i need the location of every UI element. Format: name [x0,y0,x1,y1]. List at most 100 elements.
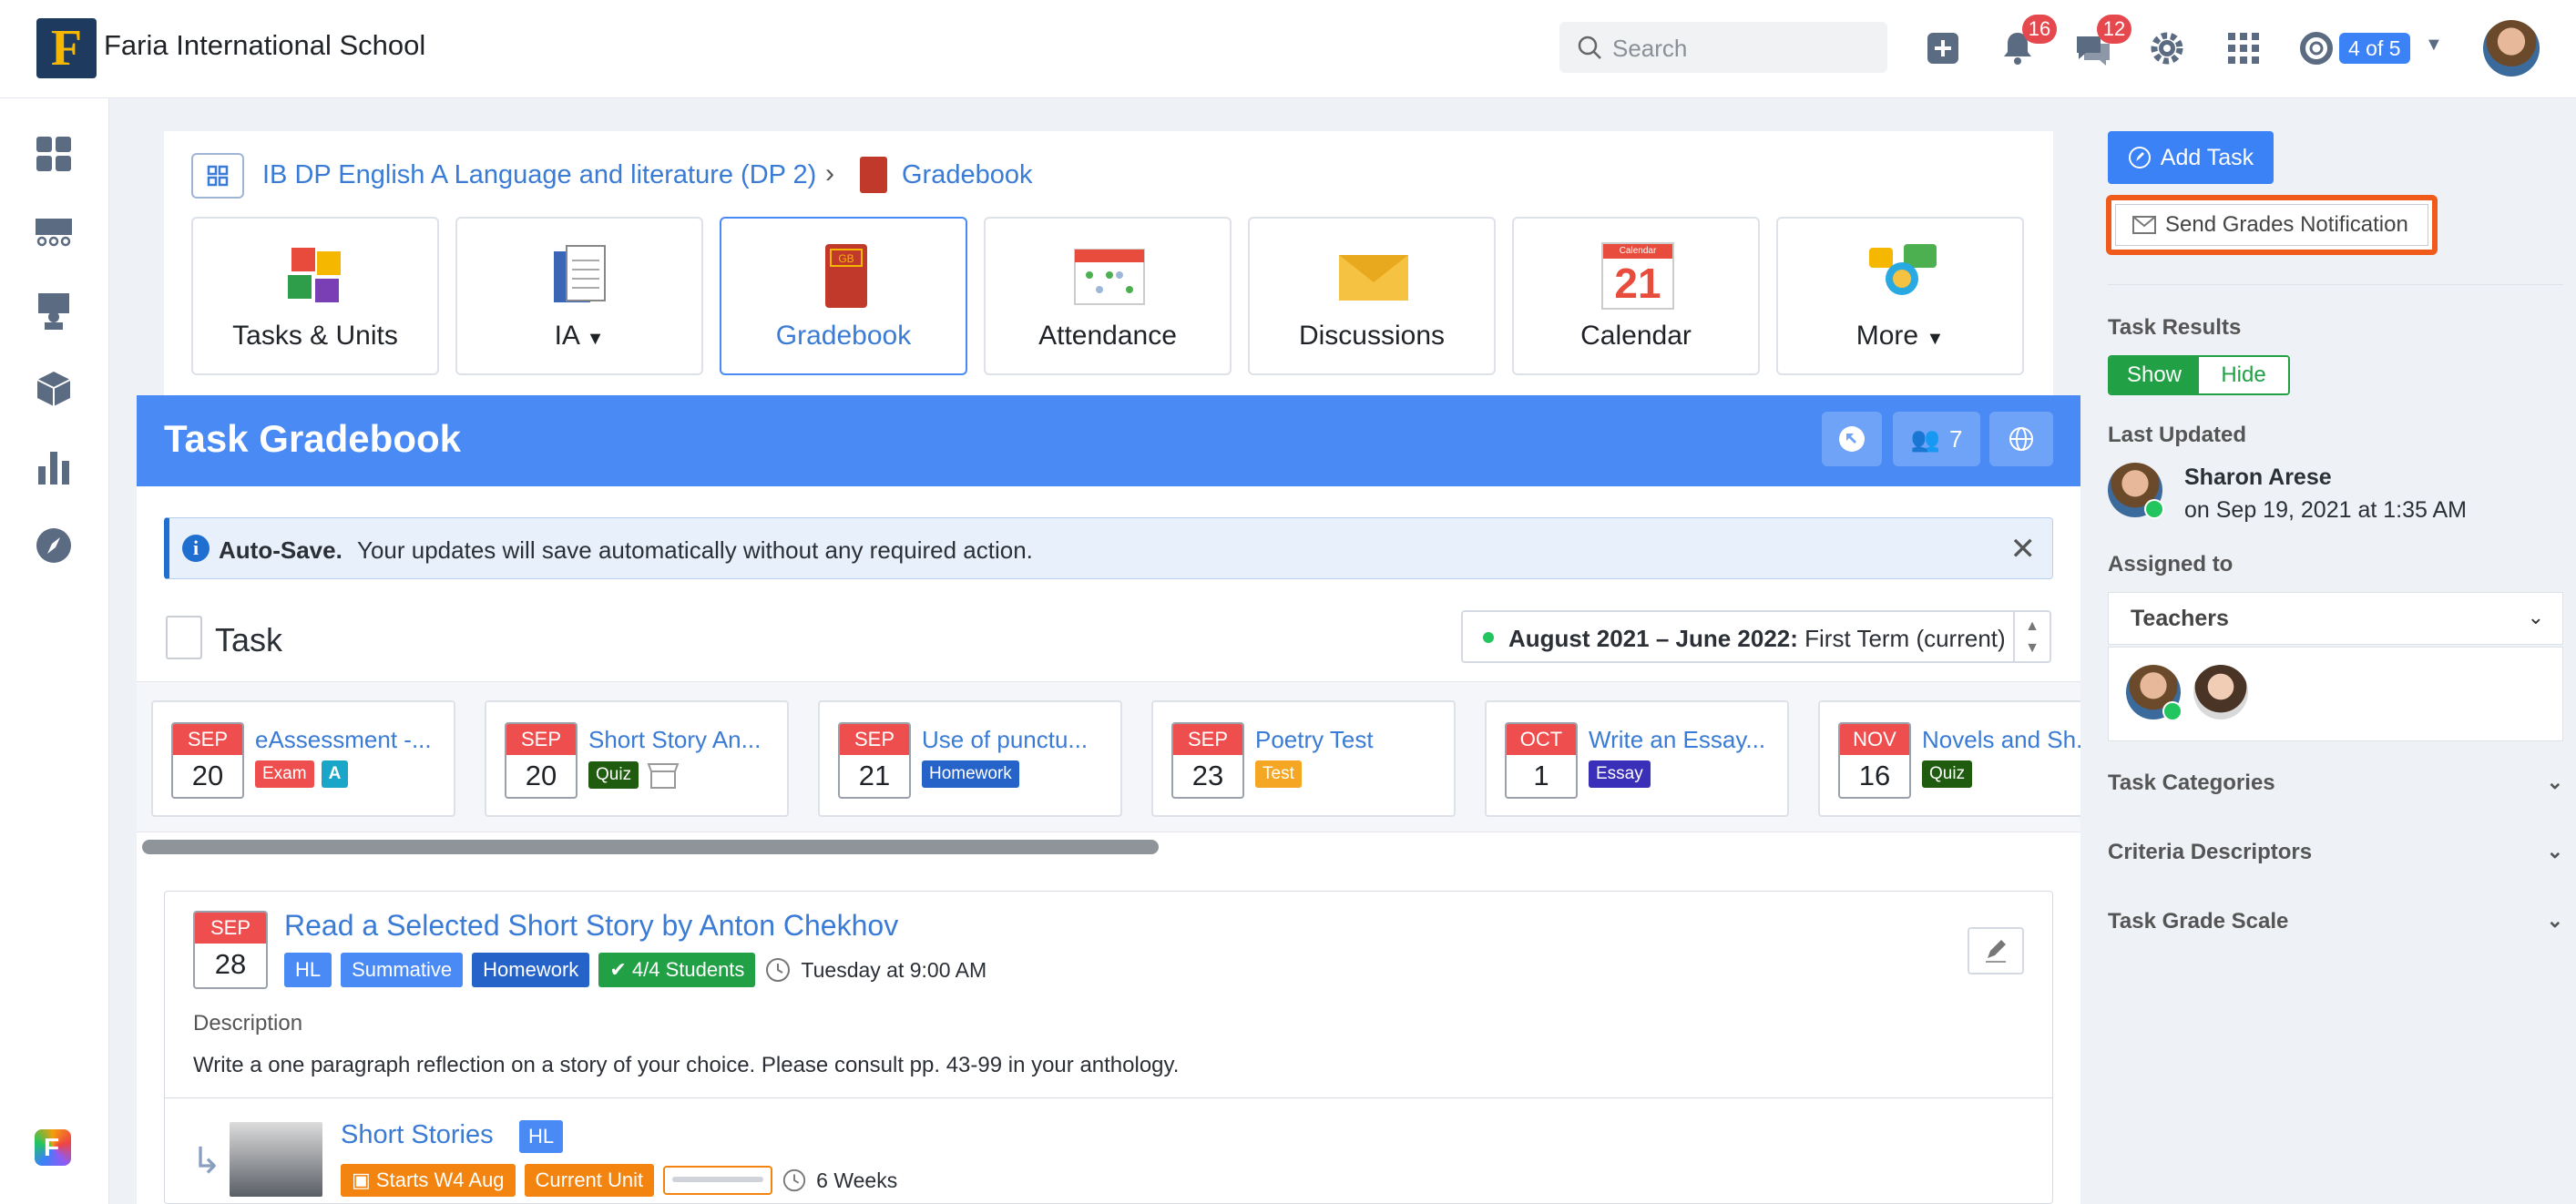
classes-icon[interactable] [33,211,75,253]
export-icon [1839,426,1865,452]
course-grid-button[interactable] [191,153,244,199]
tab-more[interactable]: More ▼ [1776,217,2024,375]
task-type-tag: Homework [922,760,1019,788]
chevron-down-icon: ⌄ [2527,606,2544,628]
hide-option[interactable]: Hide [2199,357,2288,393]
edit-circle-icon [2128,147,2151,168]
students-button[interactable]: 👥 7 [1893,412,1980,466]
add-task-button[interactable]: Add Task [2108,131,2274,184]
task-date: OCT 1 [1505,722,1578,799]
task-card[interactable]: SEP 21 Use of punctu... Homework [818,700,1122,817]
lightbulb-chat-icon [1869,244,1937,295]
tab-label: More [1855,321,1919,351]
edit-task-button[interactable] [1968,927,2024,974]
last-updated-label: Last Updated [2108,423,2247,447]
breadcrumb-course[interactable]: IB DP English A Language and literature … [262,160,816,190]
dashboard-icon[interactable] [33,133,75,175]
assessment-type-tag: Summative [341,953,464,987]
gear-icon[interactable] [2146,27,2188,69]
task-card[interactable]: NOV 16 Novels and Sh... Quiz [1818,700,2080,817]
unit-name[interactable]: Short Stories [341,1120,494,1150]
task-name[interactable]: Poetry Test [1255,726,1374,754]
send-grades-notification-button[interactable]: Send Grades Notification [2106,195,2438,255]
tab-label: IA [554,321,579,351]
avatar[interactable] [2126,665,2182,721]
teachers-dropdown[interactable]: Teachers ⌄ [2108,592,2563,645]
tab-discussions[interactable]: Discussions [1248,217,1496,375]
notifications-button[interactable]: 16 [1997,15,2057,69]
task-name[interactable]: Novels and Sh... [1922,726,2080,754]
user-avatar[interactable] [2483,20,2540,77]
task-section-title: Task [215,621,283,658]
task-results-toggle[interactable]: Show Hide [2108,355,2290,395]
messages-button[interactable]: 12 [2071,15,2131,69]
teacher-icon[interactable] [33,290,75,332]
lifebuoy-icon[interactable] [2295,27,2337,69]
horizontal-scrollbar[interactable] [142,840,1159,854]
school-name[interactable]: Faria International School [104,29,425,62]
task-name[interactable]: Use of punctu... [922,726,1088,754]
gradebook-book-icon [860,157,887,193]
task-card[interactable]: SEP 20 eAssessment -... Exam A [151,700,455,817]
updated-by-name: Sharon Arese [2184,464,2332,490]
task-categories-accordion[interactable]: Task Categories ⌄ [2108,770,2563,796]
tab-calendar[interactable]: Calendar 21 Calendar [1512,217,1760,375]
term-select[interactable]: August 2021 – June 2022: First Term (cur… [1461,610,2051,663]
envelope-icon [1339,255,1408,301]
autosave-title: Auto-Save. [219,536,342,564]
tab-tasks-units[interactable]: Tasks & Units [191,217,439,375]
user-switch-caret-icon[interactable]: ▼ [2425,35,2443,56]
apps-grid-icon[interactable] [2223,27,2264,69]
tab-attendance[interactable]: Attendance [984,217,1232,375]
autosave-alert: i Auto-Save. Your updates will save auto… [164,517,2053,579]
detail-title[interactable]: Read a Selected Short Story by Anton Che… [284,909,898,943]
unit-level-tag: HL [519,1120,564,1153]
detail-tags: HL Summative Homework ✔ 4/4 Students Tue… [284,953,986,987]
task-name[interactable]: Short Story An... [588,726,761,754]
calendar-small-icon: ▣ [352,1168,371,1191]
description-label: Description [193,1011,303,1036]
task-type-tag: Test [1255,760,1302,788]
task-card[interactable]: SEP 23 Poetry Test Test [1151,700,1456,817]
autosave-text: Your updates will save automatically wit… [357,536,1033,564]
task-list-icon [166,616,202,659]
export-button[interactable] [1822,412,1882,466]
bar-chart-icon[interactable] [33,446,75,488]
task-results-label: Task Results [2108,315,2242,340]
divider [164,1097,2053,1098]
search-input[interactable]: Search [1559,22,1887,73]
task-card[interactable]: OCT 1 Write an Essay... Essay [1485,700,1789,817]
task-grade-scale-accordion[interactable]: Task Grade Scale ⌄ [2108,909,2563,934]
task-date: NOV 16 [1838,722,1911,799]
task-name[interactable]: Write an Essay... [1589,726,1765,754]
school-logo[interactable]: F [36,18,97,78]
user-switch-count[interactable]: 4 of 5 [2339,33,2410,64]
task-card[interactable]: SEP 20 Short Story An... Quiz [485,700,789,817]
box-icon[interactable] [33,368,75,410]
show-option[interactable]: Show [2110,357,2199,393]
tab-ia[interactable]: IA ▼ [455,217,703,375]
close-icon[interactable]: ✕ [2010,531,2037,567]
unit-thumbnail[interactable] [230,1122,322,1197]
task-name[interactable]: eAssessment -... [255,726,432,754]
chevron-updown-icon: ▲ ▼ [2013,612,2050,661]
faria-app-logo[interactable]: F [35,1129,71,1166]
compass-icon[interactable] [33,525,75,566]
criteria-descriptors-accordion[interactable]: Criteria Descriptors ⌄ [2108,840,2563,865]
avatar[interactable] [2193,665,2248,719]
unit-status-tag: Current Unit [524,1164,655,1197]
grid-icon [207,165,229,187]
task-date: SEP 23 [1171,722,1244,799]
calendar-icon: Calendar 21 [1601,242,1674,310]
students-status-tag: ✔ 4/4 Students [598,953,756,987]
task-type-tag: Homework [472,953,590,987]
attendance-icon [1074,249,1145,305]
breadcrumb-current[interactable]: Gradebook [902,160,1033,190]
students-count: 7 [1948,424,1963,453]
add-icon[interactable] [1922,27,1964,69]
tab-gradebook[interactable]: GB Gradebook [720,217,967,375]
documents-icon [554,245,606,302]
language-button[interactable] [1989,412,2053,466]
detail-time: Tuesday at 9:00 AM [801,957,987,982]
tab-label: Calendar [1580,321,1692,351]
